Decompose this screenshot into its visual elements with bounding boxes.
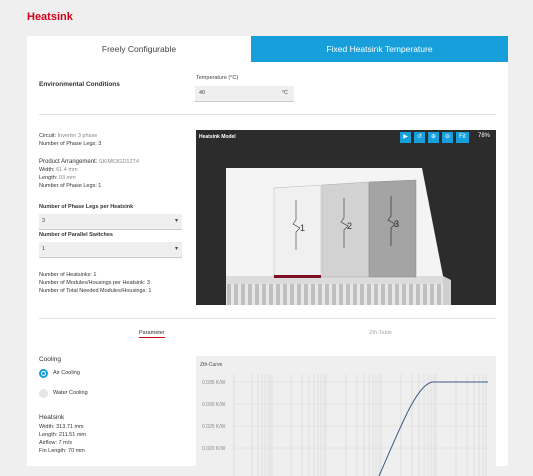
water-cooling-label: Water Cooling — [53, 390, 88, 396]
parallel-switches-select[interactable]: 1 ▾ — [39, 242, 182, 258]
subtab-zth-table[interactable]: Zth-Table — [369, 330, 392, 336]
radio-unselected-icon[interactable] — [39, 389, 48, 398]
phase-legs-per-heatsink-value: 3 — [42, 218, 46, 224]
product-arrangement-value: SKiM63GD12T4 — [98, 159, 139, 165]
modules-per-heatsink: Number of Modules/Housings per Heatsink:… — [39, 280, 150, 286]
circuit-phase-legs: Number of Phase Legs: 3 — [39, 141, 102, 147]
air-cooling-label: Air Cooling — [53, 370, 80, 376]
module-label: 2 — [347, 221, 352, 231]
product-phase-legs: Number of Phase Legs: 1 — [39, 183, 102, 189]
product-arrangement-key: Product Arrangement: — [39, 159, 98, 165]
heatsink-airflow: Airflow: 7 m/s — [39, 440, 73, 446]
parallel-switches-label: Number of Parallel Switches — [39, 232, 113, 238]
product-info: Product Arrangement: SKiM63GD12T4 Width:… — [39, 158, 139, 190]
width-key: Width: — [39, 167, 55, 173]
module-label: 1 — [300, 223, 305, 233]
tab-freely-configurable[interactable]: Freely Configurable — [27, 36, 251, 62]
temperature-label: Temperature (°C) — [196, 75, 239, 81]
heatsink-width: Width: 313.71 mm — [39, 424, 84, 430]
circuit-info: Circuit: Inverter 3 phase Number of Phas… — [39, 132, 101, 148]
heatsink-3d-model: 1 2 3 — [226, 168, 451, 305]
heatsink-info: Width: 313.71 mm Length: 211.51 mm Airfl… — [39, 423, 86, 455]
circuit-value: Inverter 3 phase — [57, 133, 98, 139]
caret-down-icon: ▾ — [174, 246, 178, 252]
heatsink-section-title: Heatsink — [39, 414, 65, 421]
heatsinks-count: Number of Heatsinks: 1 — [39, 272, 97, 278]
zth-curve-chart: Zth-Curve 0.035 K/W 0.030 K/W 0.025 K/W … — [196, 356, 496, 476]
y-tick-label: 0.025 K/W — [202, 424, 226, 430]
temperature-unit: °C — [281, 90, 288, 96]
temperature-input[interactable]: 40 °C — [195, 86, 294, 102]
heatsink-length: Length: 211.51 mm — [39, 432, 86, 438]
temperature-value[interactable]: 40 — [199, 90, 205, 96]
caret-down-icon: ▾ — [174, 218, 178, 224]
tab-fixed-heatsink-temperature[interactable]: Fixed Heatsink Temperature — [251, 36, 508, 62]
length-value: 93 mm — [58, 175, 76, 181]
phase-legs-per-heatsink-label: Number of Phase Legs per Heatsink — [39, 204, 134, 210]
main-panel: Freely Configurable Fixed Heatsink Tempe… — [27, 36, 508, 476]
cooling-title: Cooling — [39, 356, 62, 363]
parallel-switches-value: 1 — [42, 246, 46, 252]
y-tick-label: 0.035 K/W — [202, 380, 226, 386]
environmental-conditions-label: Environmental Conditions — [39, 81, 120, 88]
heatsink-fin-length: Fin Length: 70 mm — [39, 448, 85, 454]
subtab-parameter[interactable]: Parameter — [139, 330, 165, 338]
total-modules: Number of Total Needed Modules/Housings:… — [39, 288, 152, 294]
y-tick-label: 0.020 K/W — [202, 446, 226, 452]
module-label: 3 — [394, 219, 399, 229]
zth-curve-plot: 0.035 K/W 0.030 K/W 0.025 K/W 0.020 K/W — [202, 374, 488, 476]
heatsink-model-viewer[interactable]: Heatsink Model ▶ ↺ ⊕ ⊖ Fit 78% 1 2 3 — [196, 130, 496, 305]
divider — [39, 114, 496, 115]
totals-info: Number of Heatsinks: 1 Number of Modules… — [39, 271, 151, 295]
length-key: Length: — [39, 175, 58, 181]
phase-legs-per-heatsink-select[interactable]: 3 ▾ — [39, 214, 182, 230]
page-title: Heatsink — [27, 11, 73, 23]
y-tick-label: 0.030 K/W — [202, 402, 226, 408]
radio-selected-icon[interactable] — [39, 369, 48, 378]
circuit-key: Circuit: — [39, 133, 57, 139]
divider — [39, 318, 496, 319]
zth-curve-line — [378, 381, 488, 476]
width-value: 61.4 mm — [56, 167, 78, 173]
